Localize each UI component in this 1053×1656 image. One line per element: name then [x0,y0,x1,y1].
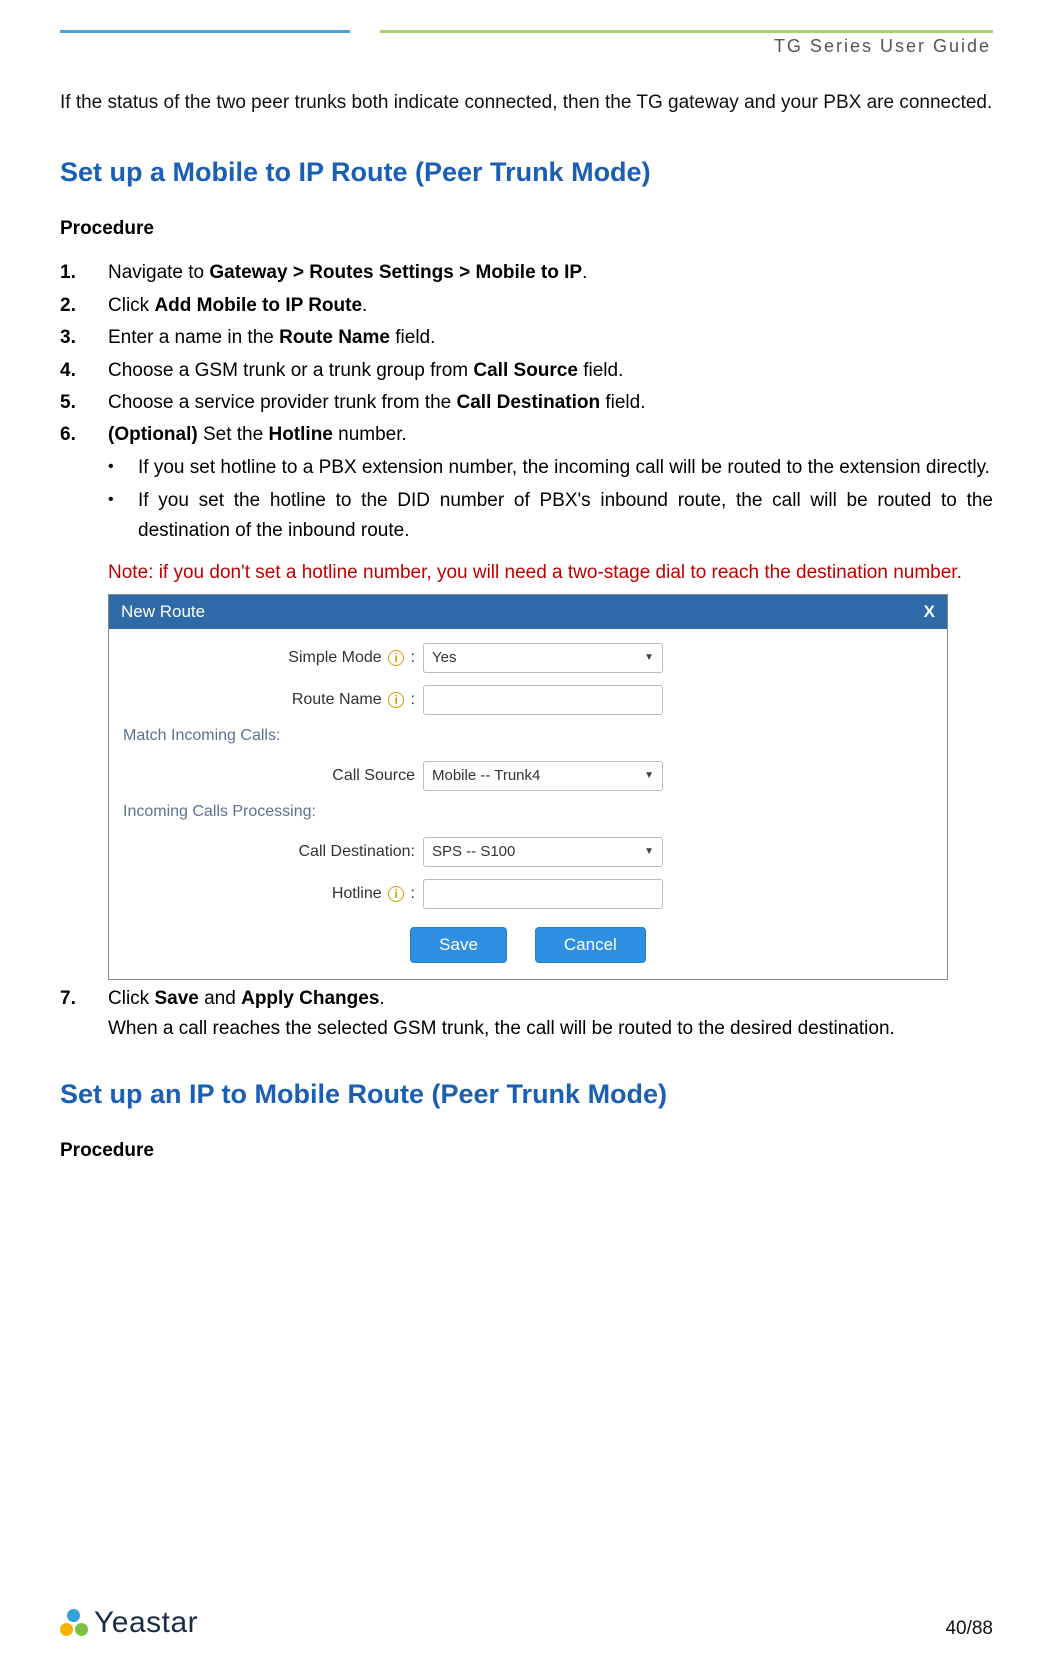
hotline-input[interactable] [423,879,663,909]
info-icon[interactable]: i [388,650,404,666]
procedure-list-1b: Click Save and Apply Changes. When a cal… [60,984,993,1044]
step-3: Enter a name in the Route Name field. [60,323,993,353]
section1-subtitle: Procedure [60,218,993,240]
step-7-desc: When a call reaches the selected GSM tru… [108,1014,993,1043]
chevron-down-icon: ▼ [644,652,654,663]
info-icon[interactable]: i [388,692,404,708]
chevron-down-icon: ▼ [644,770,654,781]
info-icon[interactable]: i [388,886,404,902]
call-source-select[interactable]: Mobile -- Trunk4 ▼ [423,761,663,791]
simple-mode-label: Simple Mode i : [123,649,423,667]
save-button[interactable]: Save [410,927,507,963]
cancel-button[interactable]: Cancel [535,927,646,963]
step-4: Choose a GSM trunk or a trunk group from… [60,356,993,386]
header-rule [60,30,993,33]
note-text: Note: if you don't set a hotline number,… [108,559,993,588]
close-icon[interactable]: X [924,602,935,622]
step-2: Click Add Mobile to IP Route. [60,291,993,321]
match-incoming-section: Match Incoming Calls: [123,727,933,745]
new-route-dialog: New Route X Simple Mode i : Yes ▼ Ro [108,594,948,980]
section2-title: Set up an IP to Mobile Route (Peer Trunk… [60,1079,993,1110]
brand-logo: Yeastar [60,1606,198,1640]
section1-title: Set up a Mobile to IP Route (Peer Trunk … [60,157,993,188]
route-name-label: Route Name i : [123,691,423,709]
hotline-label: Hotline i : [123,885,423,903]
simple-mode-select[interactable]: Yes ▼ [423,643,663,673]
call-destination-label: Call Destination: [123,843,423,861]
section2-subtitle: Procedure [60,1140,993,1162]
dialog-title: New Route [121,602,205,622]
step-6: (Optional) Set the Hotline number. [60,420,993,450]
step-1: Navigate to Gateway > Routes Settings > … [60,258,993,288]
intro-paragraph: If the status of the two peer trunks bot… [60,88,993,117]
hotline-bullets: If you set hotline to a PBX extension nu… [60,453,993,545]
chevron-down-icon: ▼ [644,846,654,857]
incoming-processing-section: Incoming Calls Processing: [123,803,933,821]
page-number: 40/88 [945,1618,993,1640]
step-7: Click Save and Apply Changes. When a cal… [60,984,993,1044]
bullet-1: If you set hotline to a PBX extension nu… [60,453,993,482]
logo-icon [60,1609,88,1637]
bullet-2: If you set the hotline to the DID number… [60,486,993,545]
dialog-titlebar: New Route X [109,595,947,629]
step-5: Choose a service provider trunk from the… [60,388,993,418]
brand-name: Yeastar [94,1606,198,1640]
route-name-input[interactable] [423,685,663,715]
call-destination-select[interactable]: SPS -- S100 ▼ [423,837,663,867]
call-source-label: Call Source [123,767,423,785]
doc-header-title: TG Series User Guide [774,36,991,57]
procedure-list-1: Navigate to Gateway > Routes Settings > … [60,258,993,450]
